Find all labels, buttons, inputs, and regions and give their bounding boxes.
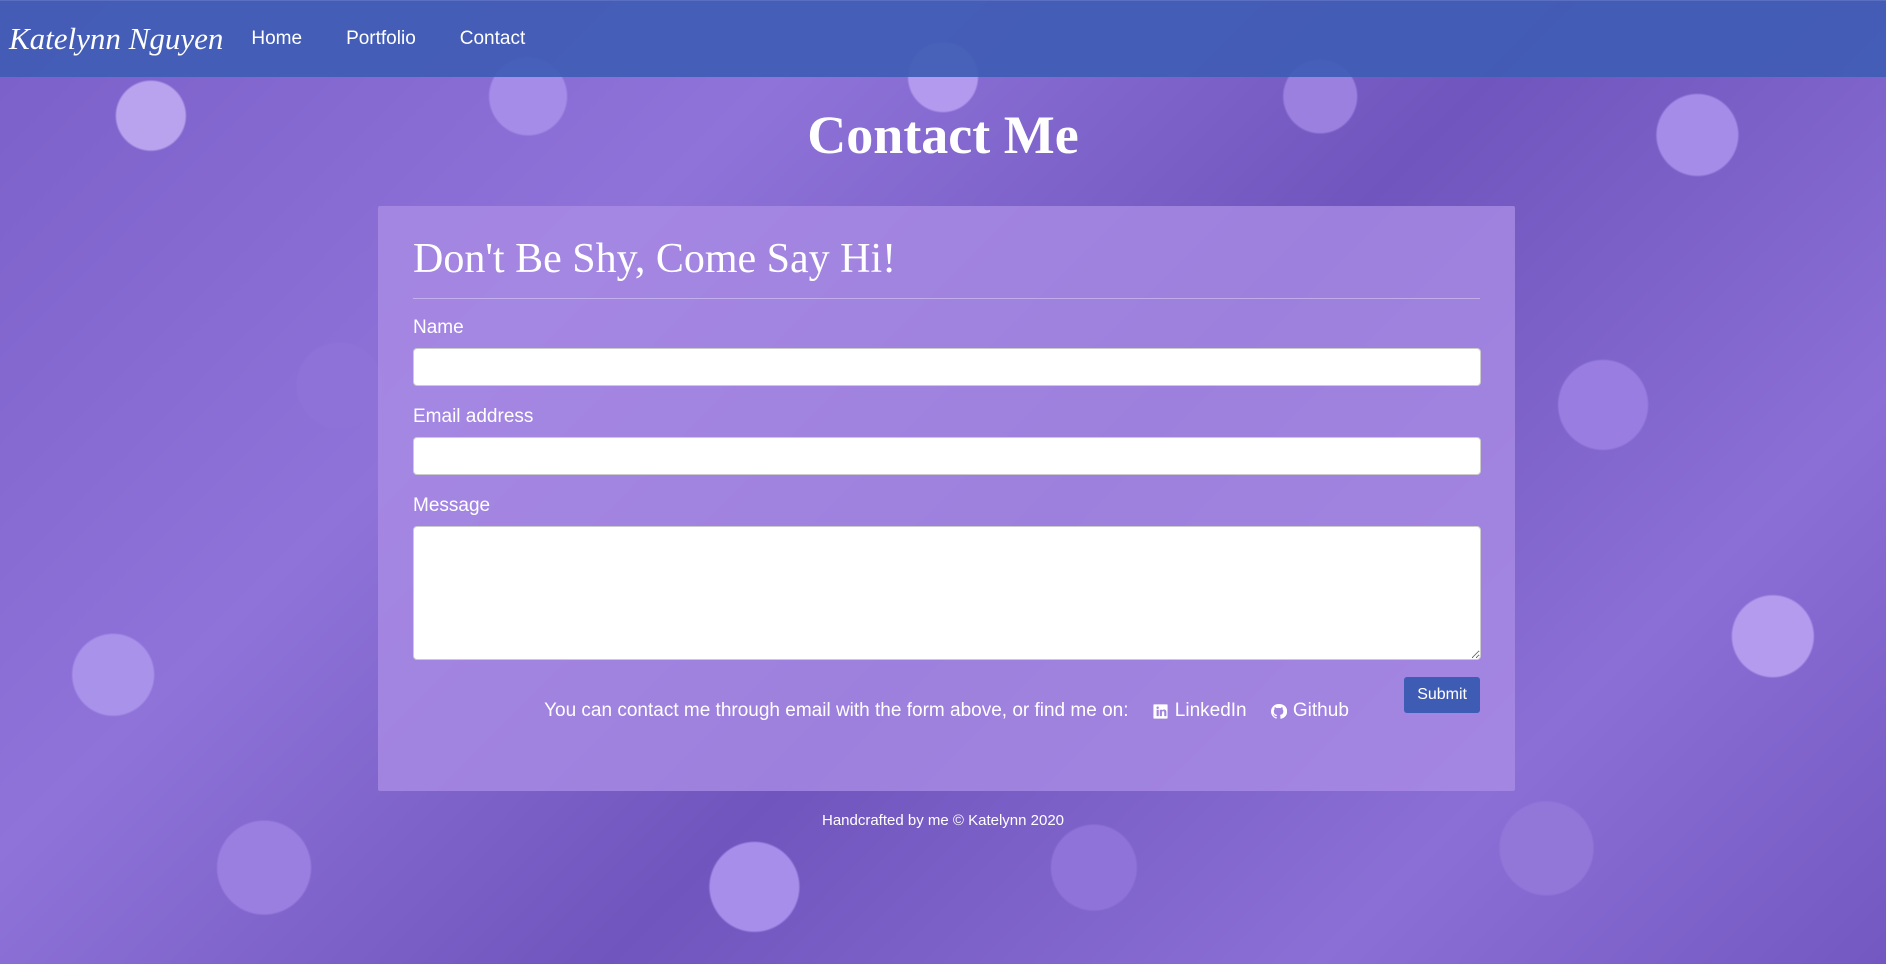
- brand-logo[interactable]: Katelynn Nguyen: [9, 21, 223, 57]
- contact-card: Don't Be Shy, Come Say Hi! Name Email ad…: [378, 206, 1515, 791]
- name-input[interactable]: [413, 348, 1481, 386]
- email-input[interactable]: [413, 437, 1481, 475]
- linkedin-label: LinkedIn: [1174, 700, 1247, 721]
- page-title: Contact Me: [807, 105, 1079, 165]
- nav-link-contact[interactable]: Contact: [460, 28, 525, 50]
- navbar: Katelynn Nguyen Home Portfolio Contact: [0, 0, 1886, 77]
- name-label: Name: [413, 317, 464, 338]
- nav-link-portfolio[interactable]: Portfolio: [346, 28, 416, 50]
- card-divider: [413, 298, 1480, 299]
- message-textarea[interactable]: [413, 526, 1481, 660]
- submit-row: Submit You can contact me through email …: [413, 660, 1480, 740]
- nav-link-home[interactable]: Home: [251, 28, 302, 50]
- footer-text: Handcrafted by me © Katelynn 2020: [821, 812, 1065, 829]
- contact-line: You can contact me through email with th…: [413, 700, 1480, 722]
- github-icon: [1270, 703, 1287, 719]
- card-heading: Don't Be Shy, Come Say Hi!: [413, 236, 897, 282]
- github-label: Github: [1292, 700, 1349, 721]
- linkedin-link[interactable]: LinkedIn: [1152, 700, 1247, 722]
- contact-text: You can contact me through email with th…: [544, 700, 1129, 722]
- linkedin-icon: [1153, 703, 1168, 719]
- github-link[interactable]: Github: [1270, 700, 1349, 722]
- message-label: Message: [413, 495, 491, 516]
- email-label: Email address: [413, 406, 534, 427]
